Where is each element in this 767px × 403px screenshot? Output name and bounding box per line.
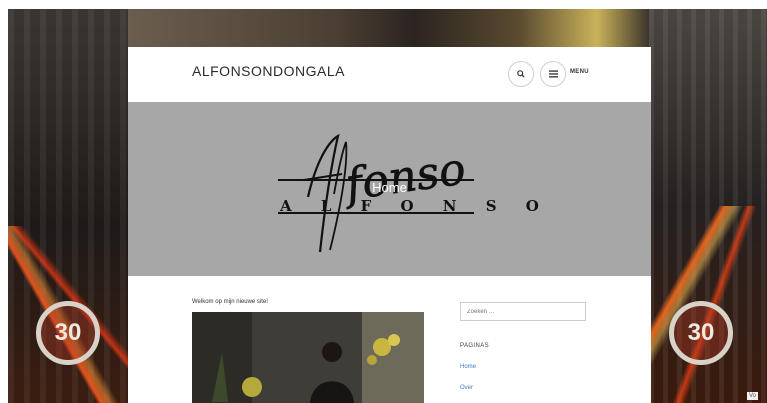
logo-caps: A L F O N S O xyxy=(279,197,551,215)
content-panel: ALFONSONDONGALA MENU fonso A L F O N S O xyxy=(128,47,651,403)
page-title: Home xyxy=(372,180,407,195)
search-button[interactable] xyxy=(508,61,534,87)
site-title[interactable]: ALFONSONDONGALA xyxy=(192,63,345,79)
portrait-photo-top xyxy=(128,9,649,49)
header-image: fonso A L F O N S O Home xyxy=(128,102,651,276)
sidebar-link-over[interactable]: Over xyxy=(460,385,473,391)
portrait-photo xyxy=(192,312,424,403)
search-icon xyxy=(517,70,525,78)
pages-widget-title: PAGINAS xyxy=(460,343,490,349)
menu-icon xyxy=(548,70,558,78)
sidebar-link-home[interactable]: Home xyxy=(460,364,476,370)
search-input[interactable] xyxy=(460,302,586,321)
menu-label[interactable]: MENU xyxy=(570,69,589,75)
main-content: Welkom op mijn nieuwe site! xyxy=(192,299,424,403)
site-header: ALFONSONDONGALA MENU xyxy=(128,47,651,102)
post-featured-image[interactable] xyxy=(192,312,424,403)
speed-sign-right: 30 xyxy=(669,301,733,365)
menu-button[interactable] xyxy=(540,61,566,87)
post-title[interactable]: Welkom op mijn nieuwe site! xyxy=(192,299,424,305)
follow-badge[interactable]: Vo xyxy=(747,392,759,400)
speed-sign-left: 30 xyxy=(36,301,100,365)
